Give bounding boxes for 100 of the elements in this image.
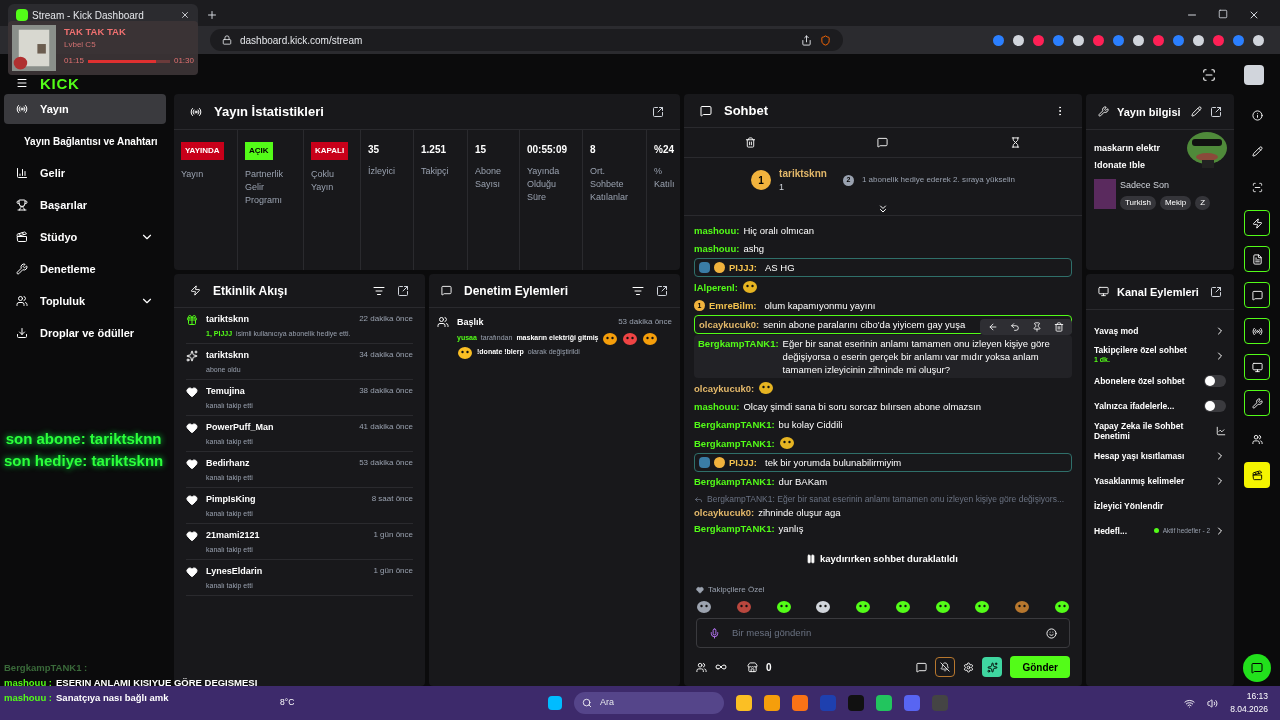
sidebar-item[interactable]: Gelir <box>4 158 166 188</box>
emote-icon <box>974 600 991 614</box>
chat-icon[interactable] <box>916 661 928 673</box>
action-row[interactable]: Hesap yaşı kısıtlaması <box>1094 443 1226 468</box>
scan-icon[interactable] <box>1202 68 1216 82</box>
action-row[interactable]: Abonelere özel sohbet <box>1094 368 1226 393</box>
sidebar-item[interactable]: Stüdyo <box>4 222 166 252</box>
chat-username[interactable]: mashouu: <box>694 401 740 412</box>
logo[interactable]: KICK <box>40 76 80 92</box>
popout-icon[interactable] <box>397 284 409 297</box>
chat-username[interactable]: olcaykucuk0: <box>699 319 760 330</box>
taskbar-app[interactable] <box>764 695 781 711</box>
action-row[interactable]: İzleyici Yönlendir <box>1094 493 1226 518</box>
mute-button[interactable] <box>935 657 956 677</box>
popout-icon[interactable] <box>652 105 664 118</box>
sidebar-item[interactable]: Yayın <box>4 94 166 124</box>
address-field[interactable]: dashboard.kick.com/stream <box>210 29 843 51</box>
action-row[interactable]: Yavaş mod <box>1094 318 1226 343</box>
chat-username[interactable]: EmreBilm: <box>709 299 757 312</box>
rail-button[interactable] <box>1244 318 1270 344</box>
overlay-text: son hediye: tariktsknn <box>4 451 164 471</box>
sidebar-item[interactable]: Yayın Bağlantısı ve Anahtarı <box>4 126 166 156</box>
sidebar-item[interactable]: Droplar ve ödüller <box>4 318 166 348</box>
sidebar-item[interactable]: Topluluk <box>4 286 166 316</box>
chat-username[interactable]: BergkampTANK1: <box>694 523 775 534</box>
share-icon[interactable] <box>801 34 812 46</box>
trash-icon[interactable] <box>744 137 756 148</box>
emote-icon <box>735 600 752 614</box>
extension-icon[interactable] <box>1073 34 1084 46</box>
rail-button[interactable] <box>1244 462 1270 488</box>
action-row[interactable]: Yalnızca ifadelerle... <box>1094 393 1226 418</box>
close-icon[interactable] <box>180 10 190 20</box>
chat-username[interactable]: PIJJJ: <box>729 456 757 469</box>
menu-icon[interactable] <box>16 77 28 89</box>
extension-icon[interactable] <box>1193 34 1204 46</box>
rail-button[interactable] <box>1244 210 1270 236</box>
event-time: 38 dakika önce <box>359 385 413 397</box>
sidebar-item[interactable]: Başarılar <box>4 190 166 220</box>
chat-username[interactable]: BergkampTANK1: <box>694 419 775 430</box>
action-row[interactable]: Yasaklanmış kelimeler <box>1094 468 1226 493</box>
tag[interactable]: Turkish <box>1120 195 1156 210</box>
chat-username[interactable]: mashouu: <box>694 243 740 254</box>
chat-username[interactable]: mashouu: <box>694 225 740 236</box>
shield-icon[interactable] <box>820 34 831 46</box>
sticker-button[interactable] <box>982 657 1003 677</box>
microphone-icon[interactable] <box>709 627 720 639</box>
taskbar-app[interactable] <box>792 695 809 711</box>
emoji-icon[interactable] <box>1046 627 1057 639</box>
chat-username[interactable]: BergkampTANK1: <box>694 436 775 450</box>
action-row[interactable]: Yapay Zeka ile Sohbet Denetimi <box>1094 418 1226 443</box>
close-icon[interactable] <box>1248 9 1260 21</box>
extension-icon[interactable] <box>1253 34 1264 46</box>
taskbar-app[interactable] <box>876 695 893 711</box>
settings-icon[interactable] <box>963 661 975 673</box>
action-label: Yalnızca ifadelerle... <box>1094 400 1176 411</box>
extension-icon[interactable] <box>1133 34 1144 46</box>
collapse-icon[interactable] <box>877 202 889 215</box>
pencil-icon[interactable] <box>1191 106 1202 117</box>
extension-icon[interactable] <box>1013 34 1024 46</box>
chat-icon[interactable] <box>877 137 889 148</box>
emote-icon <box>855 600 872 614</box>
popout-icon[interactable] <box>1210 105 1222 118</box>
toggle-switch[interactable] <box>1204 374 1226 387</box>
tag[interactable]: Mekip <box>1159 195 1192 210</box>
chat-username[interactable]: PIJJJ: <box>729 261 757 274</box>
trash-icon[interactable] <box>1054 322 1064 332</box>
avatar[interactable] <box>1244 65 1264 85</box>
action-label: Takipçilere özel sohbet <box>1094 345 1188 356</box>
chat-username[interactable]: lAlperenl: <box>694 280 738 294</box>
rail-button[interactable] <box>1244 246 1270 272</box>
rail-button[interactable] <box>1244 282 1270 308</box>
start-button[interactable] <box>548 696 563 710</box>
sidebar-item[interactable]: Denetleme <box>4 254 166 284</box>
toggle-switch[interactable] <box>1204 399 1226 412</box>
send-button[interactable]: Gönder <box>1010 656 1070 678</box>
message-field[interactable]: Bir mesaj gönderin <box>696 618 1070 648</box>
volume-icon[interactable] <box>1207 697 1219 709</box>
wifi-icon[interactable] <box>1184 697 1196 709</box>
popout-icon[interactable] <box>1210 285 1222 298</box>
chat-username[interactable]: olcaykucuk0: <box>694 381 755 395</box>
filter-icon[interactable] <box>373 284 385 297</box>
reply-icon[interactable] <box>1010 322 1020 332</box>
search-field[interactable]: Ara <box>574 692 725 714</box>
chat-username[interactable]: BergkampTANK1: <box>698 337 779 376</box>
tag[interactable]: Z <box>1195 195 1211 210</box>
rail-button[interactable] <box>1244 354 1270 380</box>
chat-username[interactable]: olcaykucuk0: <box>694 507 755 518</box>
support-button[interactable] <box>1243 654 1271 682</box>
pin-icon[interactable] <box>1032 322 1042 332</box>
filter-icon[interactable] <box>632 284 644 297</box>
popout-icon[interactable] <box>656 284 668 297</box>
maximize-icon[interactable] <box>1218 9 1228 19</box>
heart-icon <box>186 422 198 434</box>
hourglass-icon[interactable] <box>1010 137 1022 148</box>
taskbar-app[interactable] <box>736 695 753 711</box>
rail-button[interactable] <box>1244 390 1270 416</box>
chat-username[interactable]: BergkampTANK1: <box>694 476 775 487</box>
new-tab-icon[interactable] <box>206 9 218 21</box>
arrow-left-icon[interactable] <box>988 322 998 332</box>
store-icon[interactable] <box>747 661 758 673</box>
